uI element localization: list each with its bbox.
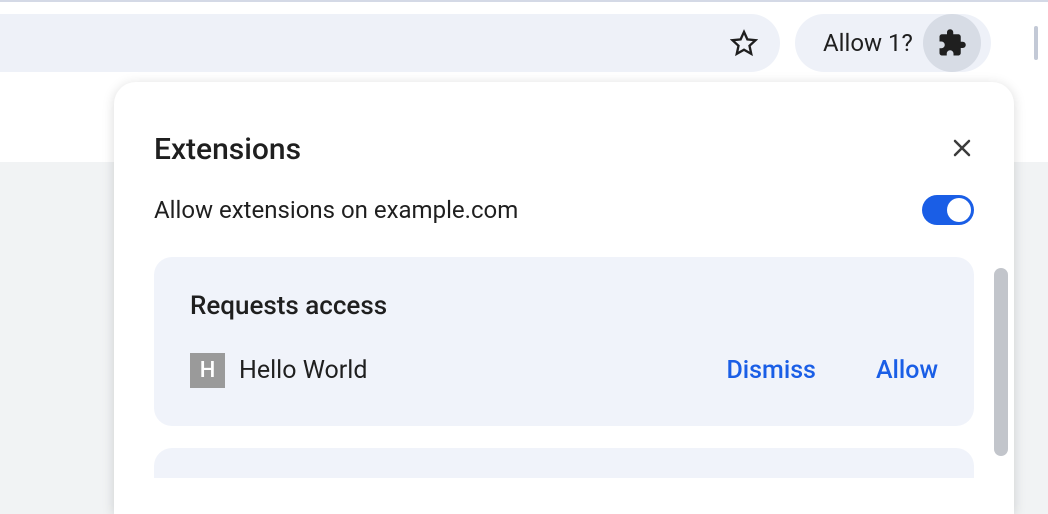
allow-button[interactable]: Allow	[876, 356, 938, 385]
allow-prompt-chip[interactable]: Allow 1?	[795, 14, 991, 72]
close-icon	[950, 136, 974, 164]
popup-title: Extensions	[154, 132, 301, 167]
extension-icon: H	[190, 353, 225, 388]
allow-chip-label: Allow 1?	[823, 29, 913, 57]
allow-toggle[interactable]	[922, 195, 974, 225]
extension-request-row: H Hello World Dismiss Allow	[190, 353, 938, 388]
extension-name: Hello World	[239, 356, 666, 385]
scrollbar-thumb[interactable]	[994, 268, 1008, 456]
section-title: Requests access	[190, 291, 938, 321]
next-section-card	[154, 448, 974, 478]
dismiss-button[interactable]: Dismiss	[726, 356, 815, 385]
extensions-popup: Extensions Allow extensions on example.c…	[114, 82, 1014, 514]
bookmark-star-icon[interactable]	[730, 29, 758, 57]
popup-header: Extensions	[114, 82, 1014, 167]
allow-toggle-row: Allow extensions on example.com	[114, 167, 1014, 225]
omnibox[interactable]	[0, 14, 780, 72]
requests-access-section: Requests access H Hello World Dismiss Al…	[154, 257, 974, 426]
allow-toggle-label: Allow extensions on example.com	[154, 196, 518, 224]
browser-toolbar: Allow 1?	[0, 2, 1048, 82]
toolbar-divider	[1034, 26, 1038, 60]
toggle-knob	[947, 198, 971, 222]
close-button[interactable]	[950, 138, 974, 162]
extensions-puzzle-icon[interactable]	[923, 14, 981, 72]
